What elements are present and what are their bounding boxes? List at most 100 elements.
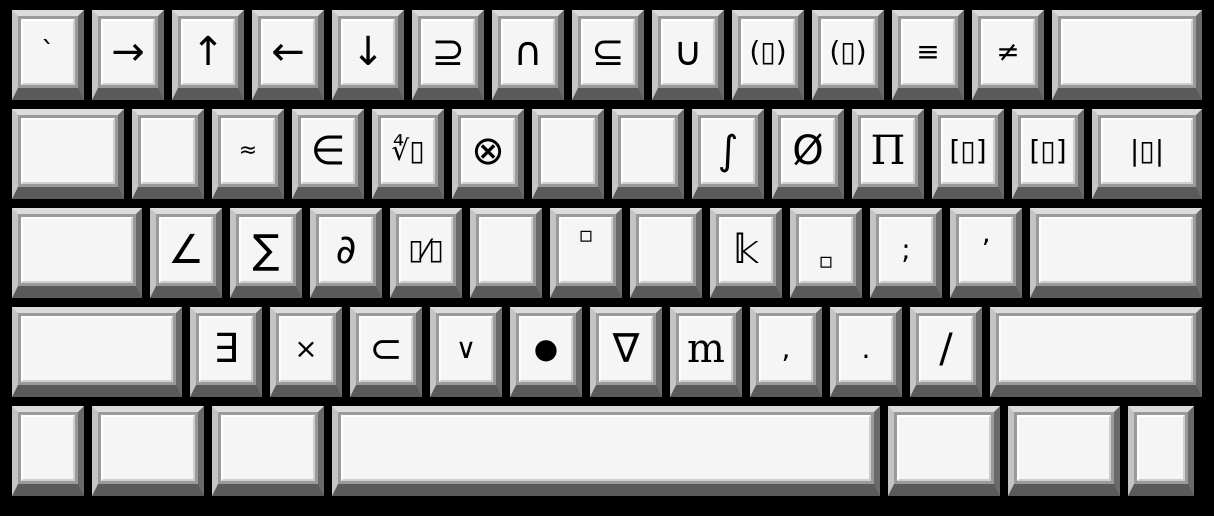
key-circled-times[interactable]: ⊗ bbox=[452, 109, 524, 199]
key-backspace[interactable] bbox=[1052, 10, 1202, 100]
key-apostrophe[interactable]: ʼ bbox=[950, 208, 1022, 298]
key-label: / bbox=[919, 316, 973, 382]
key-left-alt[interactable] bbox=[92, 406, 204, 496]
key-brackets-template-alt[interactable]: [▯] bbox=[1012, 109, 1084, 199]
key-superset-equal[interactable]: ⊇ bbox=[412, 10, 484, 100]
key-label: ⊂ bbox=[359, 316, 413, 382]
key-label: × bbox=[279, 316, 333, 382]
keyboard-row-4: ∃ × ⊂ ∨ ● ∇ m , . / bbox=[12, 307, 1202, 397]
key-blank-j[interactable] bbox=[630, 208, 702, 298]
key-label bbox=[101, 415, 195, 481]
key-label: ∃ bbox=[199, 316, 253, 382]
key-enter[interactable] bbox=[1030, 208, 1202, 298]
key-label: ∫ bbox=[701, 118, 755, 184]
key-double-struck-k[interactable]: 𝕜 bbox=[710, 208, 782, 298]
key-up-arrow[interactable]: ↑ bbox=[172, 10, 244, 100]
key-parentheses-template-alt[interactable]: (▯) bbox=[812, 10, 884, 100]
key-label bbox=[341, 415, 871, 481]
key-subset-equal[interactable]: ⊆ bbox=[572, 10, 644, 100]
key-grave[interactable]: ` bbox=[12, 10, 84, 100]
key-label bbox=[479, 217, 533, 283]
key-bullet[interactable]: ● bbox=[510, 307, 582, 397]
key-left-meta[interactable] bbox=[212, 406, 324, 496]
key-right-ctrl[interactable] bbox=[1128, 406, 1194, 496]
key-subset[interactable]: ⊂ bbox=[350, 307, 422, 397]
key-right-shift[interactable] bbox=[990, 307, 1202, 397]
key-label: ≈ bbox=[221, 118, 275, 184]
key-approx[interactable]: ≈ bbox=[212, 109, 284, 199]
key-product[interactable]: Π bbox=[852, 109, 924, 199]
keyboard-row-5 bbox=[12, 406, 1202, 496]
key-comma[interactable]: , bbox=[750, 307, 822, 397]
key-label bbox=[1061, 19, 1193, 85]
key-left-ctrl[interactable] bbox=[12, 406, 84, 496]
key-partial[interactable]: ∂ bbox=[310, 208, 382, 298]
key-label: , bbox=[759, 316, 813, 382]
math-symbol-keyboard: ` → ↑ ← ↓ ⊇ ∩ ⊆ ∪ (▯) (▯) ≡ ≠ ≈ ∈ ∜▯ ⊗ ∫… bbox=[0, 0, 1214, 516]
key-abs-template[interactable]: |▯| bbox=[1092, 109, 1202, 199]
key-union[interactable]: ∪ bbox=[652, 10, 724, 100]
key-empty-set[interactable]: Ø bbox=[772, 109, 844, 199]
keyboard-row-2: ≈ ∈ ∜▯ ⊗ ∫ Ø Π [▯] [▯] |▯| bbox=[12, 109, 1202, 199]
key-superscript-template[interactable]: ▫ bbox=[550, 208, 622, 298]
key-left-arrow[interactable]: ← bbox=[252, 10, 324, 100]
key-label: 𝕜 bbox=[719, 217, 773, 283]
key-semicolon[interactable]: ; bbox=[870, 208, 942, 298]
key-right-alt[interactable] bbox=[888, 406, 1000, 496]
key-identical[interactable]: ≡ bbox=[892, 10, 964, 100]
key-blank-g[interactable] bbox=[470, 208, 542, 298]
key-slash[interactable]: / bbox=[910, 307, 982, 397]
key-label: Π bbox=[861, 118, 915, 184]
key-element-of[interactable]: ∈ bbox=[292, 109, 364, 199]
key-label: ∨ bbox=[439, 316, 493, 382]
key-blank-q[interactable] bbox=[132, 109, 204, 199]
key-label: → bbox=[101, 19, 155, 85]
key-m[interactable]: m bbox=[670, 307, 742, 397]
key-nabla[interactable]: ∇ bbox=[590, 307, 662, 397]
key-blank-y[interactable] bbox=[612, 109, 684, 199]
key-down-arrow[interactable]: ↓ bbox=[332, 10, 404, 100]
key-parentheses-template[interactable]: (▯) bbox=[732, 10, 804, 100]
key-right-arrow[interactable]: → bbox=[92, 10, 164, 100]
key-subscript-template[interactable]: ▫ bbox=[790, 208, 862, 298]
key-label: ▫ bbox=[559, 217, 613, 283]
key-right-meta[interactable] bbox=[1008, 406, 1120, 496]
key-logical-or[interactable]: ∨ bbox=[430, 307, 502, 397]
key-blank-t[interactable] bbox=[532, 109, 604, 199]
key-exists[interactable]: ∃ bbox=[190, 307, 262, 397]
key-label: m bbox=[679, 316, 733, 382]
key-times[interactable]: × bbox=[270, 307, 342, 397]
key-label: ▫ bbox=[799, 217, 853, 283]
key-integral[interactable]: ∫ bbox=[692, 109, 764, 199]
keyboard-row-1: ` → ↑ ← ↓ ⊇ ∩ ⊆ ∪ (▯) (▯) ≡ ≠ bbox=[12, 10, 1202, 100]
key-label: ∇ bbox=[599, 316, 653, 382]
key-label: ⊇ bbox=[421, 19, 475, 85]
key-period[interactable]: . bbox=[830, 307, 902, 397]
key-label: ∩ bbox=[501, 19, 555, 85]
key-not-equal[interactable]: ≠ bbox=[972, 10, 1044, 100]
key-label bbox=[21, 217, 133, 283]
key-fraction-template[interactable]: ▯⁄▯ bbox=[390, 208, 462, 298]
key-summation[interactable]: ∑ bbox=[230, 208, 302, 298]
key-intersection[interactable]: ∩ bbox=[492, 10, 564, 100]
key-label bbox=[221, 415, 315, 481]
key-label bbox=[21, 316, 173, 382]
key-label: [▯] bbox=[1021, 118, 1075, 184]
key-space[interactable] bbox=[332, 406, 880, 496]
key-label: ▯⁄▯ bbox=[399, 217, 453, 283]
key-label bbox=[21, 118, 115, 184]
key-label: ` bbox=[21, 19, 75, 85]
key-label: ≡ bbox=[901, 19, 955, 85]
key-nth-root[interactable]: ∜▯ bbox=[372, 109, 444, 199]
key-angle[interactable]: ∠ bbox=[150, 208, 222, 298]
key-label: ∈ bbox=[301, 118, 355, 184]
key-label: [▯] bbox=[941, 118, 995, 184]
key-tab[interactable] bbox=[12, 109, 124, 199]
key-left-shift[interactable] bbox=[12, 307, 182, 397]
key-brackets-template[interactable]: [▯] bbox=[932, 109, 1004, 199]
key-label: ← bbox=[261, 19, 315, 85]
key-label bbox=[999, 316, 1193, 382]
key-caps-lock[interactable] bbox=[12, 208, 142, 298]
key-label: ∠ bbox=[159, 217, 213, 283]
key-label bbox=[1039, 217, 1193, 283]
